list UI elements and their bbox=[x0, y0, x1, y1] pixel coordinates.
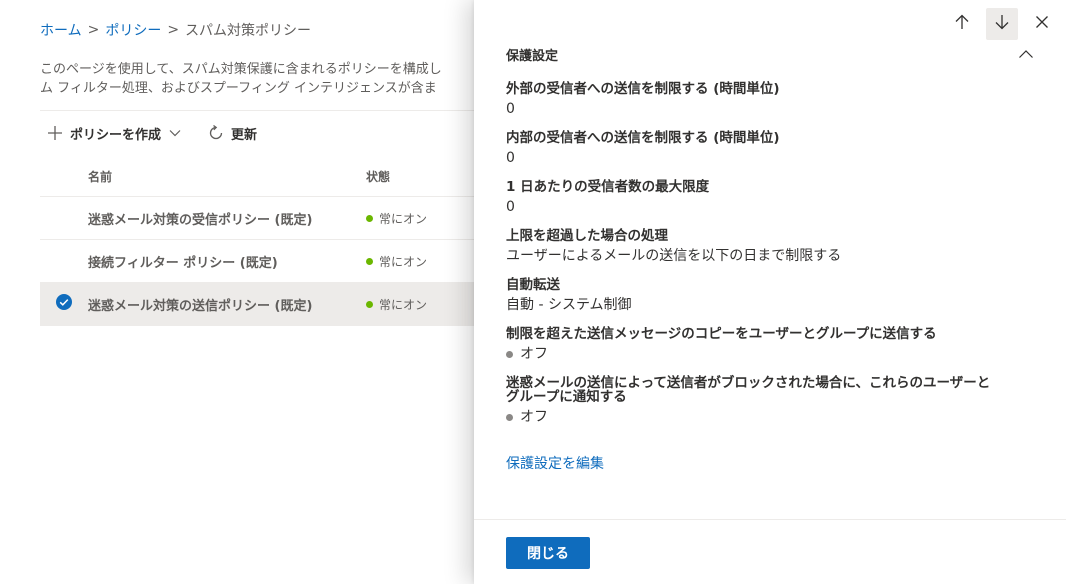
command-bar: ポリシーを作成 更新 bbox=[46, 122, 257, 144]
create-policy-label: ポリシーを作成 bbox=[70, 127, 162, 143]
page-description-line: ム フィルター処理、およびスプーフィング インテリジェンスが含ま bbox=[40, 81, 437, 96]
setting-label: 迷惑メールの送信によって送信者がブロックされた場合に、これらのユーザーと グルー… bbox=[506, 376, 1026, 404]
setting-value: 0 bbox=[506, 101, 515, 117]
status-badge: 常にオン bbox=[366, 296, 480, 313]
checkmark-circle-icon bbox=[55, 293, 73, 315]
row-checkbox-checked[interactable] bbox=[40, 293, 88, 315]
column-header-status[interactable]: 状態 bbox=[366, 168, 480, 185]
protection-settings-list: 外部の受信者への送信を制限する (時間単位) 0 内部の受信者への送信を制限する… bbox=[506, 82, 1026, 439]
next-item-button[interactable] bbox=[986, 8, 1018, 40]
create-policy-button[interactable]: ポリシーを作成 bbox=[46, 124, 181, 143]
breadcrumb-policy-link[interactable]: ポリシー bbox=[105, 20, 161, 40]
policy-name[interactable]: 迷惑メール対策の受信ポリシー (既定) bbox=[88, 209, 366, 228]
policy-details-panel: 保護設定 外部の受信者への送信を制限する (時間単位) 0 内部の受信者への送信… bbox=[474, 0, 1066, 584]
close-button[interactable]: 閉じる bbox=[506, 537, 590, 569]
setting-item: 1 日あたりの受信者数の最大限度 0 bbox=[506, 180, 1026, 216]
setting-value-text: オフ bbox=[520, 346, 548, 362]
status-on-dot bbox=[366, 257, 373, 265]
edit-protection-settings-link[interactable]: 保護設定を編集 bbox=[506, 453, 604, 473]
collapse-section-button[interactable] bbox=[1018, 46, 1034, 66]
breadcrumb-home-link[interactable]: ホーム bbox=[40, 20, 82, 40]
arrow-down-icon bbox=[993, 13, 1011, 35]
refresh-icon bbox=[207, 124, 225, 142]
status-off-dot bbox=[506, 350, 513, 358]
setting-item: 上限を超過した場合の処理 ユーザーによるメールの送信を以下の日まで制限する bbox=[506, 229, 1026, 265]
panel-footer: 閉じる bbox=[474, 519, 1066, 584]
setting-value: ユーザーによるメールの送信を以下の日まで制限する bbox=[506, 248, 842, 264]
setting-item: 内部の受信者への送信を制限する (時間単位) 0 bbox=[506, 131, 1026, 167]
status-badge: 常にオン bbox=[366, 210, 480, 227]
setting-label-line: 迷惑メールの送信によって送信者がブロックされた場合に、これらのユーザーと bbox=[506, 375, 991, 391]
setting-label-line: グループに通知する bbox=[506, 389, 627, 405]
page-description-line: このページを使用して、スパム対策保護に含まれるポリシーを構成し bbox=[40, 62, 442, 77]
divider bbox=[40, 110, 480, 111]
close-icon bbox=[1034, 14, 1050, 34]
setting-item: 制限を超えた送信メッセージのコピーをユーザーとグループに送信する オフ bbox=[506, 327, 1026, 363]
status-badge: 常にオン bbox=[366, 253, 480, 270]
status-on-dot bbox=[366, 300, 373, 308]
plus-icon bbox=[46, 124, 64, 142]
setting-item: 自動転送 自動 - システム制御 bbox=[506, 278, 1026, 314]
arrow-up-icon bbox=[953, 13, 971, 35]
status-text: 常にオン bbox=[379, 211, 428, 226]
table-header: 名前 状態 bbox=[40, 156, 480, 197]
setting-label: 外部の受信者への送信を制限する (時間単位) bbox=[506, 81, 780, 97]
column-header-name[interactable]: 名前 bbox=[40, 168, 366, 185]
status-text: 常にオン bbox=[379, 254, 428, 269]
breadcrumb-separator: > bbox=[167, 22, 180, 38]
page-description: このページを使用して、スパム対策保護に含まれるポリシーを構成し ム フィルター処… bbox=[40, 60, 480, 98]
setting-value: オフ bbox=[506, 408, 1026, 426]
table-row[interactable]: 迷惑メール対策の受信ポリシー (既定) 常にオン bbox=[40, 197, 480, 240]
setting-label: 制限を超えた送信メッセージのコピーをユーザーとグループに送信する bbox=[506, 326, 937, 342]
status-on-dot bbox=[366, 214, 373, 222]
setting-value: 自動 - システム制御 bbox=[506, 297, 632, 313]
status-text: 常にオン bbox=[379, 297, 428, 312]
table-row-selected[interactable]: 迷惑メール対策の送信ポリシー (既定) 常にオン bbox=[40, 283, 480, 326]
setting-label: 上限を超過した場合の処理 bbox=[506, 228, 668, 244]
breadcrumb-separator: > bbox=[87, 22, 100, 38]
close-panel-button[interactable] bbox=[1026, 8, 1058, 40]
refresh-label: 更新 bbox=[231, 127, 258, 143]
setting-value: オフ bbox=[506, 345, 1026, 363]
setting-value: 0 bbox=[506, 199, 515, 215]
status-off-dot bbox=[506, 413, 513, 421]
breadcrumb-current: スパム対策ポリシー bbox=[185, 23, 312, 39]
section-title: 保護設定 bbox=[506, 49, 559, 64]
setting-value-text: オフ bbox=[520, 409, 548, 425]
chevron-up-icon bbox=[1018, 47, 1034, 66]
setting-label: 自動転送 bbox=[506, 277, 560, 293]
refresh-button[interactable]: 更新 bbox=[181, 124, 257, 143]
table-row[interactable]: 接続フィルター ポリシー (既定) 常にオン bbox=[40, 240, 480, 283]
policy-name[interactable]: 迷惑メール対策の送信ポリシー (既定) bbox=[88, 295, 366, 314]
setting-item: 外部の受信者への送信を制限する (時間単位) 0 bbox=[506, 82, 1026, 118]
breadcrumb: ホーム > ポリシー > スパム対策ポリシー bbox=[40, 20, 311, 40]
previous-item-button[interactable] bbox=[946, 8, 978, 40]
panel-navigation bbox=[938, 8, 1058, 40]
policy-table: 名前 状態 迷惑メール対策の受信ポリシー (既定) 常にオン 接続フィルター ポ… bbox=[40, 156, 480, 326]
setting-label: 1 日あたりの受信者数の最大限度 bbox=[506, 179, 710, 195]
setting-value: 0 bbox=[506, 150, 515, 166]
setting-label: 内部の受信者への送信を制限する (時間単位) bbox=[506, 130, 780, 146]
setting-item: 迷惑メールの送信によって送信者がブロックされた場合に、これらのユーザーと グルー… bbox=[506, 376, 1026, 426]
policy-name[interactable]: 接続フィルター ポリシー (既定) bbox=[88, 252, 366, 271]
chevron-down-icon bbox=[169, 129, 181, 137]
